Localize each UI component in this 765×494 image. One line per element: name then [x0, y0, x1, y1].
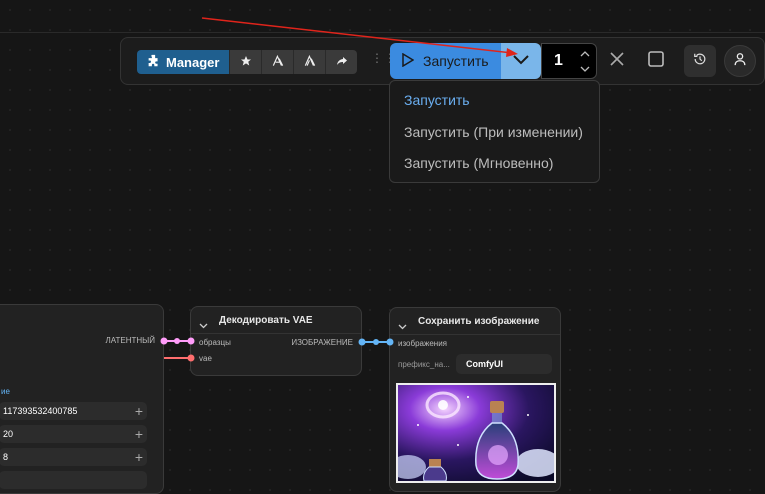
steps-plus-icon[interactable]: +	[135, 425, 143, 443]
stop-icon	[648, 50, 664, 72]
history-button[interactable]	[684, 45, 716, 77]
history-icon	[693, 52, 707, 71]
star-button[interactable]	[229, 50, 262, 74]
node-divider	[191, 333, 361, 334]
run-label: Запустить	[423, 53, 489, 69]
prefix-label: префикс_на...	[398, 360, 450, 369]
chevron-down-icon	[513, 52, 529, 70]
image-wire-dot	[373, 339, 379, 345]
filename-prefix-value: ComfyUI	[466, 359, 504, 369]
node-title: Сохранить изображение	[418, 316, 540, 327]
share-button[interactable]	[325, 50, 358, 74]
canvas-top-border	[0, 32, 765, 33]
collapse-chevron-icon[interactable]	[199, 316, 208, 334]
sampler-field[interactable]	[0, 471, 147, 489]
image-preview[interactable]	[396, 383, 556, 483]
samples-input-label: образцы	[199, 338, 231, 347]
mask-icon	[271, 54, 285, 71]
seed-plus-icon[interactable]: +	[135, 402, 143, 420]
manager-label: Manager	[166, 54, 220, 70]
node-divider	[390, 334, 560, 335]
latent-output-label: ЛАТЕНТНЫЙ	[105, 336, 155, 345]
share-icon	[336, 55, 348, 70]
user-button[interactable]	[724, 45, 756, 77]
save-image-node[interactable]: Сохранить изображение изображения префик…	[389, 307, 561, 492]
stop-button[interactable]	[645, 50, 667, 72]
mask-button[interactable]	[261, 50, 294, 74]
close-button[interactable]	[606, 50, 628, 72]
top-toolbar: Manager ⋮⋮ Запустить 1	[120, 37, 765, 85]
sampler-node[interactable]: ЛАТЕНТНЫЙ ие 117393532400785 + 20 + 8 +	[0, 304, 164, 494]
star-icon	[240, 55, 252, 70]
menu-item-run[interactable]: Запустить	[404, 92, 470, 108]
images-input-label: изображения	[398, 339, 447, 348]
batch-count-input[interactable]: 1	[541, 43, 597, 79]
image-output-label: ИЗОБРАЖЕНИЕ	[291, 338, 353, 347]
manager-button[interactable]: Manager	[137, 50, 230, 74]
vae-decode-node[interactable]: Декодировать VAE образцы vae ИЗОБРАЖЕНИЕ	[190, 306, 362, 376]
latent-wire-dot	[174, 338, 180, 344]
steps-value: 20	[3, 429, 14, 439]
run-options-toggle[interactable]	[501, 43, 541, 79]
cfg-value: 8	[3, 452, 9, 462]
play-icon	[402, 52, 415, 70]
steps-field[interactable]: 20 +	[0, 425, 147, 443]
chevron-down-small-icon[interactable]	[578, 63, 592, 75]
vae-input-label: vae	[199, 354, 212, 363]
collapse-chevron-icon[interactable]	[398, 317, 407, 335]
sampler-partial-label: ие	[1, 387, 10, 396]
mask-button-2[interactable]	[293, 50, 326, 74]
close-icon	[610, 51, 624, 71]
user-icon	[733, 52, 747, 71]
menu-item-run-on-change[interactable]: Запустить (При изменении)	[404, 124, 583, 140]
batch-count-value: 1	[554, 52, 563, 69]
chevron-up-icon[interactable]	[578, 48, 592, 60]
menu-item-run-instant[interactable]: Запустить (Мгновенно)	[404, 155, 553, 171]
run-options-menu: Запустить Запустить (При изменении) Запу…	[389, 80, 600, 183]
cfg-field[interactable]: 8 +	[0, 448, 147, 466]
filename-prefix-input[interactable]: ComfyUI	[456, 354, 552, 374]
node-title: Декодировать VAE	[219, 315, 313, 326]
puzzle-icon	[147, 54, 160, 70]
mask-icon-2	[303, 54, 317, 71]
cfg-plus-icon[interactable]: +	[135, 448, 143, 466]
seed-field[interactable]: 117393532400785 +	[0, 402, 147, 420]
seed-value: 117393532400785	[3, 406, 78, 416]
run-button[interactable]: Запустить	[390, 43, 501, 79]
manager-button-group: Manager	[137, 50, 358, 74]
